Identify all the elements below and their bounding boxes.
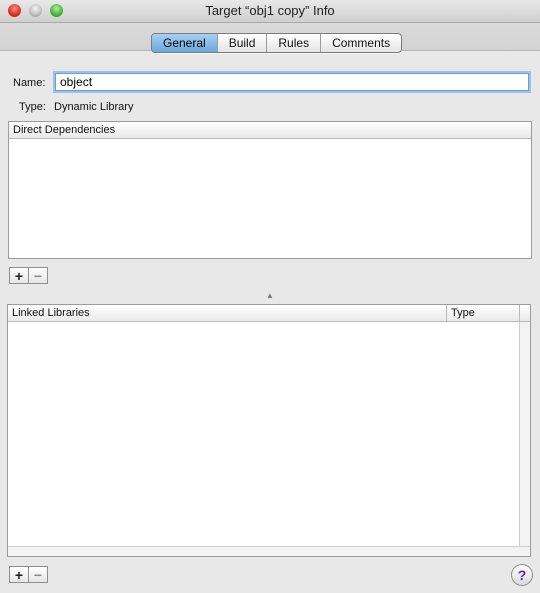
tab-general[interactable]: General xyxy=(152,34,218,52)
type-label: Type: xyxy=(19,101,46,113)
add-library-button[interactable]: + xyxy=(9,566,29,583)
window-title: Target “obj1 copy” Info xyxy=(205,3,335,18)
tab-rules[interactable]: Rules xyxy=(267,34,322,52)
linked-libraries-list[interactable]: Linked Libraries Type xyxy=(7,304,531,557)
column-header-filler xyxy=(520,305,530,321)
remove-dependency-button[interactable]: − xyxy=(28,267,48,284)
vertical-scrollbar[interactable] xyxy=(519,322,530,546)
help-button[interactable]: ? xyxy=(511,564,533,586)
title-bar[interactable]: Target “obj1 copy” Info xyxy=(0,0,540,23)
tab-bar: General Build Rules Comments xyxy=(151,33,403,53)
type-value: Dynamic Library xyxy=(54,101,134,113)
column-header-linked-libraries[interactable]: Linked Libraries xyxy=(8,305,447,321)
split-view-handle[interactable]: ▲ xyxy=(266,292,274,300)
direct-dependencies-list[interactable]: Direct Dependencies xyxy=(8,121,532,259)
tab-comments[interactable]: Comments xyxy=(321,34,401,52)
name-label: Name: xyxy=(13,77,46,89)
name-field[interactable] xyxy=(55,73,529,91)
remove-library-button[interactable]: − xyxy=(28,566,48,583)
direct-dependencies-header[interactable]: Direct Dependencies xyxy=(9,122,531,139)
horizontal-scrollbar[interactable] xyxy=(8,546,530,556)
linked-libraries-button-group: + − xyxy=(9,566,48,583)
add-dependency-button[interactable]: + xyxy=(9,267,29,284)
dependencies-button-group: + − xyxy=(9,267,48,284)
linked-libraries-header: Linked Libraries Type xyxy=(8,305,530,322)
tab-build[interactable]: Build xyxy=(218,34,268,52)
info-window: Target “obj1 copy” Info General Build Ru… xyxy=(0,0,540,593)
column-header-type[interactable]: Type xyxy=(447,305,520,321)
